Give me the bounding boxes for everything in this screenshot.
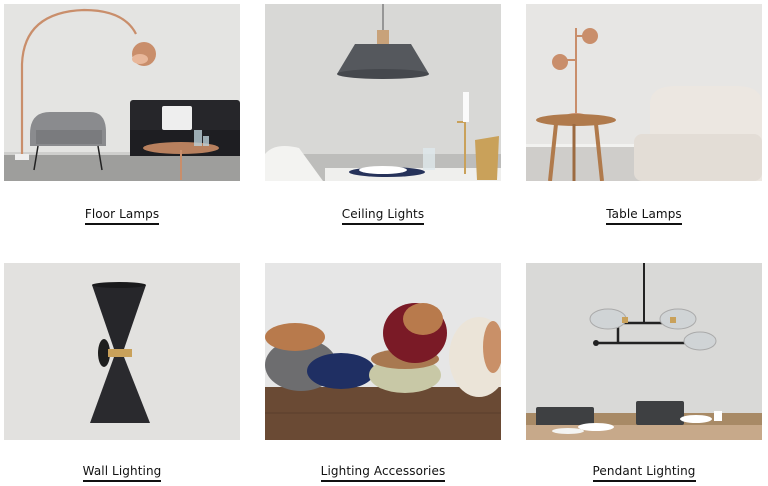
ceiling-lights-image[interactable] [265,4,501,181]
category-link-floor-lamps[interactable]: Floor Lamps [84,207,160,225]
lighting-accessories-image[interactable] [265,263,501,440]
category-label-wall-lighting[interactable]: Wall Lighting [4,464,240,482]
table-lamps-image[interactable] [526,4,762,181]
pendant-lighting-image[interactable] [526,263,762,440]
category-link-table-lamps[interactable]: Table Lamps [606,207,682,225]
floor-lamps-image[interactable] [4,4,240,181]
category-label-lighting-accessories[interactable]: Lighting Accessories [265,464,501,482]
category-label-pendant-lighting[interactable]: Pendant Lighting [526,464,762,482]
category-label-ceiling-lights[interactable]: Ceiling Lights [265,207,501,225]
wall-lighting-image[interactable] [4,263,240,440]
category-link-ceiling-lights[interactable]: Ceiling Lights [341,207,425,225]
category-link-pendant-lighting[interactable]: Pendant Lighting [592,464,696,482]
category-label-floor-lamps[interactable]: Floor Lamps [4,207,240,225]
category-label-table-lamps[interactable]: Table Lamps [526,207,762,225]
category-link-lighting-accessories[interactable]: Lighting Accessories [320,464,446,482]
category-link-wall-lighting[interactable]: Wall Lighting [82,464,162,482]
